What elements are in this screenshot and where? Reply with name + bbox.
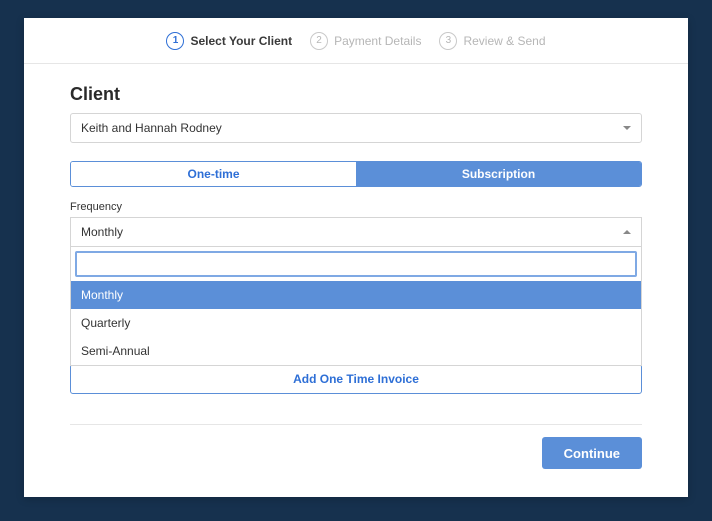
step-label: Review & Send xyxy=(463,34,545,48)
step-number: 1 xyxy=(166,32,184,50)
dropdown-search-input[interactable] xyxy=(75,251,637,277)
step-select-client[interactable]: 1 Select Your Client xyxy=(166,32,292,50)
frequency-option-quarterly[interactable]: Quarterly xyxy=(71,309,641,337)
frequency-option-monthly[interactable]: Monthly xyxy=(71,281,641,309)
frequency-field: Monthly Monthly Quarterly Semi-Annual xyxy=(70,217,642,247)
frequency-dropdown: Monthly Quarterly Semi-Annual xyxy=(70,247,642,366)
client-select[interactable]: Keith and Hannah Rodney xyxy=(70,113,642,143)
client-select-value: Keith and Hannah Rodney xyxy=(81,121,222,135)
frequency-select-value: Monthly xyxy=(81,225,123,239)
content-area: Client Keith and Hannah Rodney One-time … xyxy=(24,64,688,469)
add-one-time-invoice-button[interactable]: Add One Time Invoice xyxy=(70,364,642,394)
frequency-select[interactable]: Monthly xyxy=(70,217,642,247)
step-number: 2 xyxy=(310,32,328,50)
toggle-onetime[interactable]: One-time xyxy=(71,162,356,186)
dropdown-search-wrap xyxy=(71,247,641,281)
stepper: 1 Select Your Client 2 Payment Details 3… xyxy=(24,18,688,64)
toggle-subscription[interactable]: Subscription xyxy=(356,162,641,186)
frequency-label: Frequency xyxy=(70,201,642,213)
frequency-option-semiannual[interactable]: Semi-Annual xyxy=(71,337,641,365)
payment-type-toggle: One-time Subscription xyxy=(70,161,642,187)
continue-button[interactable]: Continue xyxy=(542,437,642,469)
step-number: 3 xyxy=(439,32,457,50)
step-label: Payment Details xyxy=(334,34,421,48)
footer-actions: Continue xyxy=(70,424,642,469)
main-panel: 1 Select Your Client 2 Payment Details 3… xyxy=(24,18,688,497)
chevron-down-icon xyxy=(623,126,631,130)
chevron-up-icon xyxy=(623,230,631,234)
step-payment-details[interactable]: 2 Payment Details xyxy=(310,32,421,50)
step-review-send[interactable]: 3 Review & Send xyxy=(439,32,545,50)
client-section-title: Client xyxy=(70,84,642,105)
step-label: Select Your Client xyxy=(190,34,292,48)
